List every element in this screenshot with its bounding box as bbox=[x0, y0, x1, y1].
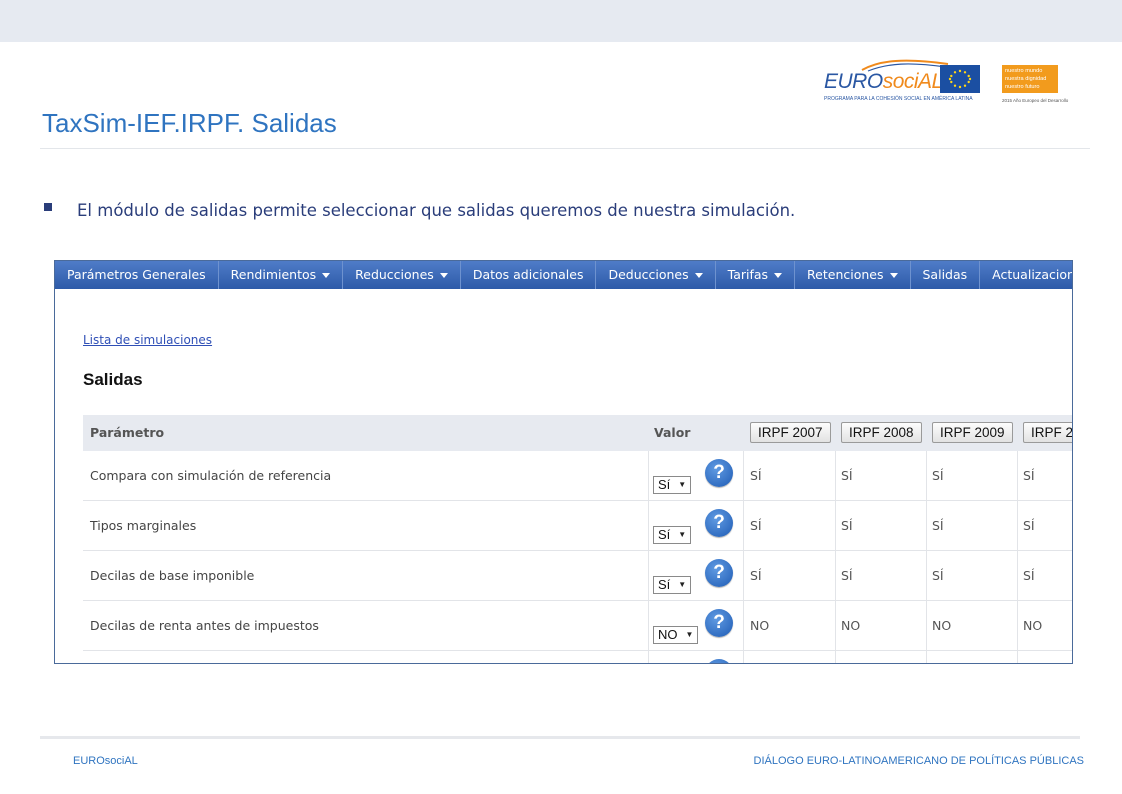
logo-wordmark: EUROsociAL bbox=[824, 70, 943, 93]
menu-reducciones[interactable]: Reducciones bbox=[343, 261, 461, 289]
year-button-2009[interactable]: IRPF 2009 bbox=[932, 422, 1013, 443]
footer-brand: EUROsociAL bbox=[73, 755, 138, 767]
year-button-2008[interactable]: IRPF 2008 bbox=[841, 422, 922, 443]
development-year-badge: nuestro mundo nuestra dignidad nuestro f… bbox=[1002, 65, 1058, 93]
menu-datos-adicionales[interactable]: Datos adicionales bbox=[461, 261, 597, 289]
slide-title: TaxSim-IEF.IRPF. Salidas bbox=[42, 108, 337, 138]
chevron-down-icon: ▼ bbox=[678, 530, 687, 539]
param-label: Decilas de renta antes de impuestos bbox=[90, 618, 319, 633]
logo-tagline: PROGRAMA PARA LA COHESIÓN SOCIAL EN AMÉR… bbox=[824, 96, 973, 102]
chevron-down-icon bbox=[439, 272, 448, 278]
col-header-parametro: Parámetro bbox=[90, 425, 165, 440]
chevron-down-icon bbox=[322, 272, 331, 278]
menu-tarifas[interactable]: Tarifas bbox=[716, 261, 796, 289]
year-button-2007[interactable]: IRPF 2007 bbox=[750, 422, 831, 443]
menu-actualizaciones[interactable]: Actualizaciones bbox=[980, 261, 1072, 289]
breadcrumb-link[interactable]: Lista de simulaciones bbox=[83, 333, 212, 347]
table-row: Tipos marginales Sí ▼ ? SÍ SÍ SÍ SÍ bbox=[83, 501, 1072, 551]
menu-retenciones[interactable]: Retenciones bbox=[795, 261, 911, 289]
param-label: Tipos marginales bbox=[90, 518, 197, 533]
menu-parametros-generales[interactable]: Parámetros Generales bbox=[55, 261, 219, 289]
table-row: Decilas de base imponible Sí ▼ ? SÍ SÍ SÍ… bbox=[83, 551, 1072, 601]
value-select[interactable]: Sí ▼ bbox=[653, 576, 692, 594]
year-value: SÍ bbox=[932, 568, 944, 583]
year-value: NO bbox=[841, 618, 861, 633]
table-row: Decilas de renta antes de impuestos NO ▼ … bbox=[83, 601, 1072, 651]
year-value: SÍ bbox=[841, 468, 853, 483]
app-menubar: Parámetros Generales Rendimientos Reducc… bbox=[55, 261, 1072, 289]
bullet-text: El módulo de salidas permite seleccionar… bbox=[77, 201, 796, 220]
chevron-down-icon: ▼ bbox=[678, 480, 687, 489]
top-band bbox=[0, 0, 1122, 42]
param-label: Decilas de base imponible bbox=[90, 568, 255, 583]
value-select[interactable]: Sí ▼ bbox=[653, 526, 692, 544]
section-title: Salidas bbox=[83, 370, 143, 389]
help-icon[interactable]: ? bbox=[705, 459, 733, 487]
chevron-down-icon bbox=[889, 272, 898, 278]
year-button-2010[interactable]: IRPF 2 bbox=[1023, 422, 1072, 443]
year-value: SÍ bbox=[1023, 568, 1035, 583]
year-value: SÍ bbox=[750, 468, 762, 483]
year-value: SÍ bbox=[750, 568, 762, 583]
year-value: NO bbox=[1023, 618, 1043, 633]
menu-rendimientos[interactable]: Rendimientos bbox=[219, 261, 344, 289]
bullet-icon bbox=[44, 203, 52, 211]
year-value: SÍ bbox=[841, 518, 853, 533]
badge-caption: 2015 Año Europeo del Desarrollo bbox=[1002, 98, 1069, 103]
footer-tagline: DIÁLOGO EURO-LATINOAMERICANO DE POLÍTICA… bbox=[753, 755, 1084, 767]
value-select[interactable]: Sí ▼ bbox=[653, 476, 692, 494]
table-row bbox=[83, 651, 1072, 663]
year-value: NO bbox=[932, 618, 952, 633]
help-icon[interactable]: ? bbox=[705, 509, 733, 537]
menu-salidas[interactable]: Salidas bbox=[911, 261, 981, 289]
year-value: SÍ bbox=[1023, 518, 1035, 533]
year-value: SÍ bbox=[932, 518, 944, 533]
value-select[interactable]: NO ▼ bbox=[653, 626, 699, 644]
title-divider bbox=[40, 148, 1090, 149]
table-header: Parámetro Valor IRPF 2007 IRPF 2008 IRPF… bbox=[83, 415, 1072, 451]
year-value: SÍ bbox=[841, 568, 853, 583]
app-screenshot: Parámetros Generales Rendimientos Reducc… bbox=[54, 260, 1073, 664]
menu-deducciones[interactable]: Deducciones bbox=[596, 261, 716, 289]
year-value: NO bbox=[750, 618, 770, 633]
chevron-down-icon: ▼ bbox=[678, 580, 687, 589]
help-icon[interactable]: ? bbox=[705, 609, 733, 637]
col-header-valor: Valor bbox=[654, 425, 691, 440]
chevron-down-icon bbox=[774, 272, 783, 278]
param-label: Compara con simulación de referencia bbox=[90, 468, 332, 483]
footer-divider bbox=[40, 736, 1080, 739]
chevron-down-icon bbox=[694, 272, 703, 278]
year-value: SÍ bbox=[932, 468, 944, 483]
year-value: SÍ bbox=[750, 518, 762, 533]
chevron-down-icon: ▼ bbox=[685, 630, 694, 639]
year-value: SÍ bbox=[1023, 468, 1035, 483]
eu-flag-icon bbox=[940, 65, 980, 93]
help-icon[interactable]: ? bbox=[705, 559, 733, 587]
table-row: Compara con simulación de referencia Sí ▼… bbox=[83, 451, 1072, 501]
help-icon[interactable] bbox=[705, 659, 733, 663]
